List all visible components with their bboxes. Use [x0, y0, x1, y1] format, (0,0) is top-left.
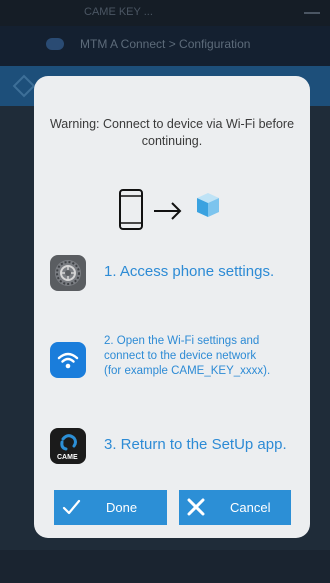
step-2-line-2: connect to the device network [104, 350, 257, 362]
step-3-text: 3. Return to the SetUp app. [104, 436, 287, 453]
svg-text:CAME: CAME [57, 454, 78, 461]
bottom-bar [0, 550, 330, 583]
settings-gear-icon [50, 255, 86, 291]
step-access-settings: 1. Access phone settings. [48, 255, 300, 295]
done-button[interactable]: Done [54, 490, 167, 525]
done-button-label: Done [106, 500, 138, 515]
connection-diagram [119, 189, 219, 230]
step-return-app: CAME 3. Return to the SetUp app. [48, 428, 300, 468]
diamond-icon [12, 74, 36, 98]
cancel-button[interactable]: Cancel [179, 490, 291, 525]
step-2-line-3: (for example CAME_KEY_xxxx). [104, 365, 271, 377]
warning-text: Warning: Connect to device via Wi-Fi bef… [49, 117, 295, 148]
step-open-wifi: 2. Open the Wi-Fi settings and connect t… [48, 334, 300, 394]
arrow-right-icon [154, 202, 182, 220]
step-1-text: 1. Access phone settings. [104, 263, 275, 280]
menu-icon [304, 12, 320, 14]
wifi-icon [50, 342, 86, 378]
step-2-text: 2. Open the Wi-Fi settings and connect t… [104, 334, 270, 379]
close-icon [187, 498, 205, 516]
checkmark-icon [62, 499, 81, 515]
came-app-icon: CAME [50, 428, 86, 464]
step-2-line-1: 2. Open the Wi-Fi settings and [104, 335, 260, 347]
phone-icon [119, 189, 143, 230]
app-header: MTM A Connect > Configuration [0, 26, 330, 66]
status-bar: CAME KEY ... [0, 0, 330, 26]
link-icon [46, 38, 64, 50]
cancel-button-label: Cancel [230, 500, 271, 515]
device-cube-icon [197, 193, 219, 217]
header-title: MTM A Connect > Configuration [80, 37, 251, 51]
wifi-warning-dialog: Warning: Connect to device via Wi-Fi bef… [34, 76, 310, 538]
status-bar-text: CAME KEY ... [84, 6, 153, 18]
